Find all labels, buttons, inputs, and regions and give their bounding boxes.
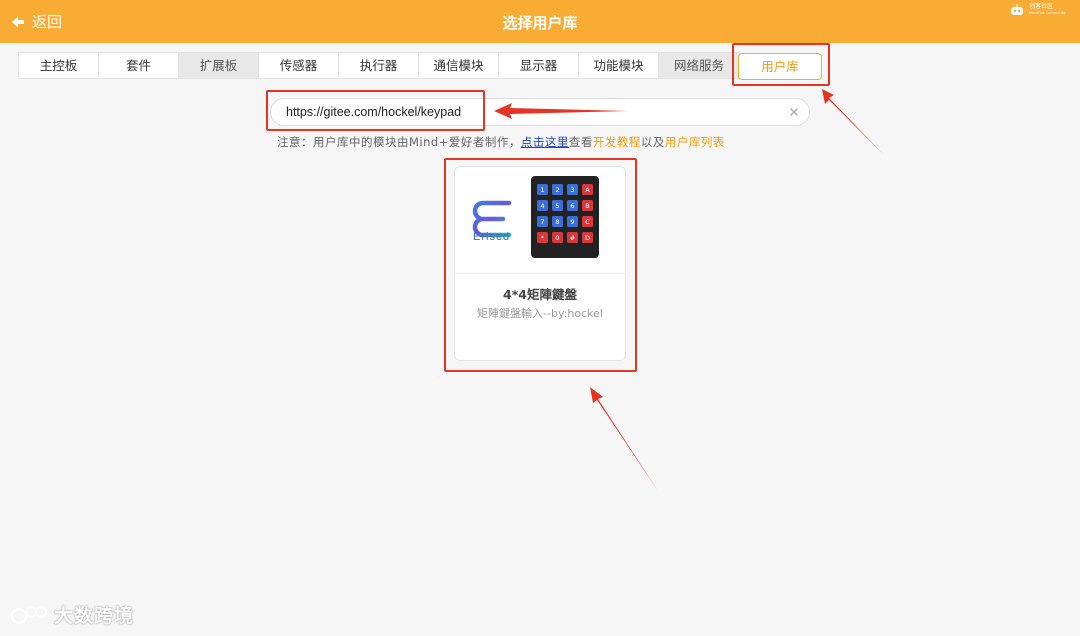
tab-expansion-board[interactable]: 扩展板 — [179, 53, 259, 78]
notice-mid-2: 以及 — [640, 135, 665, 149]
click-here-link[interactable]: 点击这里 — [521, 135, 569, 149]
watermark: 大数跨境 — [10, 601, 134, 628]
arrow-to-tab-icon — [822, 89, 884, 155]
watermark-text: 大数跨境 — [54, 605, 135, 627]
tab-display[interactable]: 显示器 — [499, 53, 579, 78]
highlight-user-library-tab — [732, 43, 830, 86]
user-library-list-link[interactable]: 用户库列表 — [665, 135, 725, 149]
brand-logo: 创客社区 MindPlus Community — [1007, 3, 1066, 17]
top-bar: 返回 选择用户库 创客社区 MindPlus Community — [0, 0, 1080, 43]
arrow-to-card-icon — [590, 387, 658, 491]
tab-actuator[interactable]: 执行器 — [339, 53, 419, 78]
tab-kit[interactable]: 套件 — [99, 53, 179, 78]
brand-subtitle: MindPlus Community — [1029, 11, 1066, 16]
notice-mid-1: 查看 — [568, 135, 593, 149]
highlight-url-input — [266, 90, 485, 131]
page-title: 选择用户库 — [502, 14, 578, 32]
brand-name: 创客社区 — [1029, 3, 1054, 11]
tab-communication[interactable]: 通信模块 — [419, 53, 499, 78]
notice-prefix: 注意：用户库中的模块由Mind+爱好者制作， — [277, 135, 521, 149]
tab-main-board[interactable]: 主控板 — [19, 53, 99, 78]
dev-tutorial-link[interactable]: 开发教程 — [593, 135, 641, 149]
tab-network-service[interactable]: 网络服务 — [659, 53, 739, 78]
notice-text: 注意：用户库中的模块由Mind+爱好者制作，点击这里查看开发教程以及用户库列表 — [277, 134, 725, 150]
tab-sensor[interactable]: 传感器 — [259, 53, 339, 78]
robot-logo-icon — [1011, 4, 1024, 15]
watermark-logo-icon — [10, 605, 48, 624]
clear-icon[interactable] — [787, 105, 801, 119]
highlight-library-card — [444, 158, 637, 372]
category-tabs: 主控板 套件 扩展板 传感器 执行器 通信模块 显示器 功能模块 网络服务 — [18, 52, 740, 79]
tab-function[interactable]: 功能模块 — [579, 53, 659, 78]
